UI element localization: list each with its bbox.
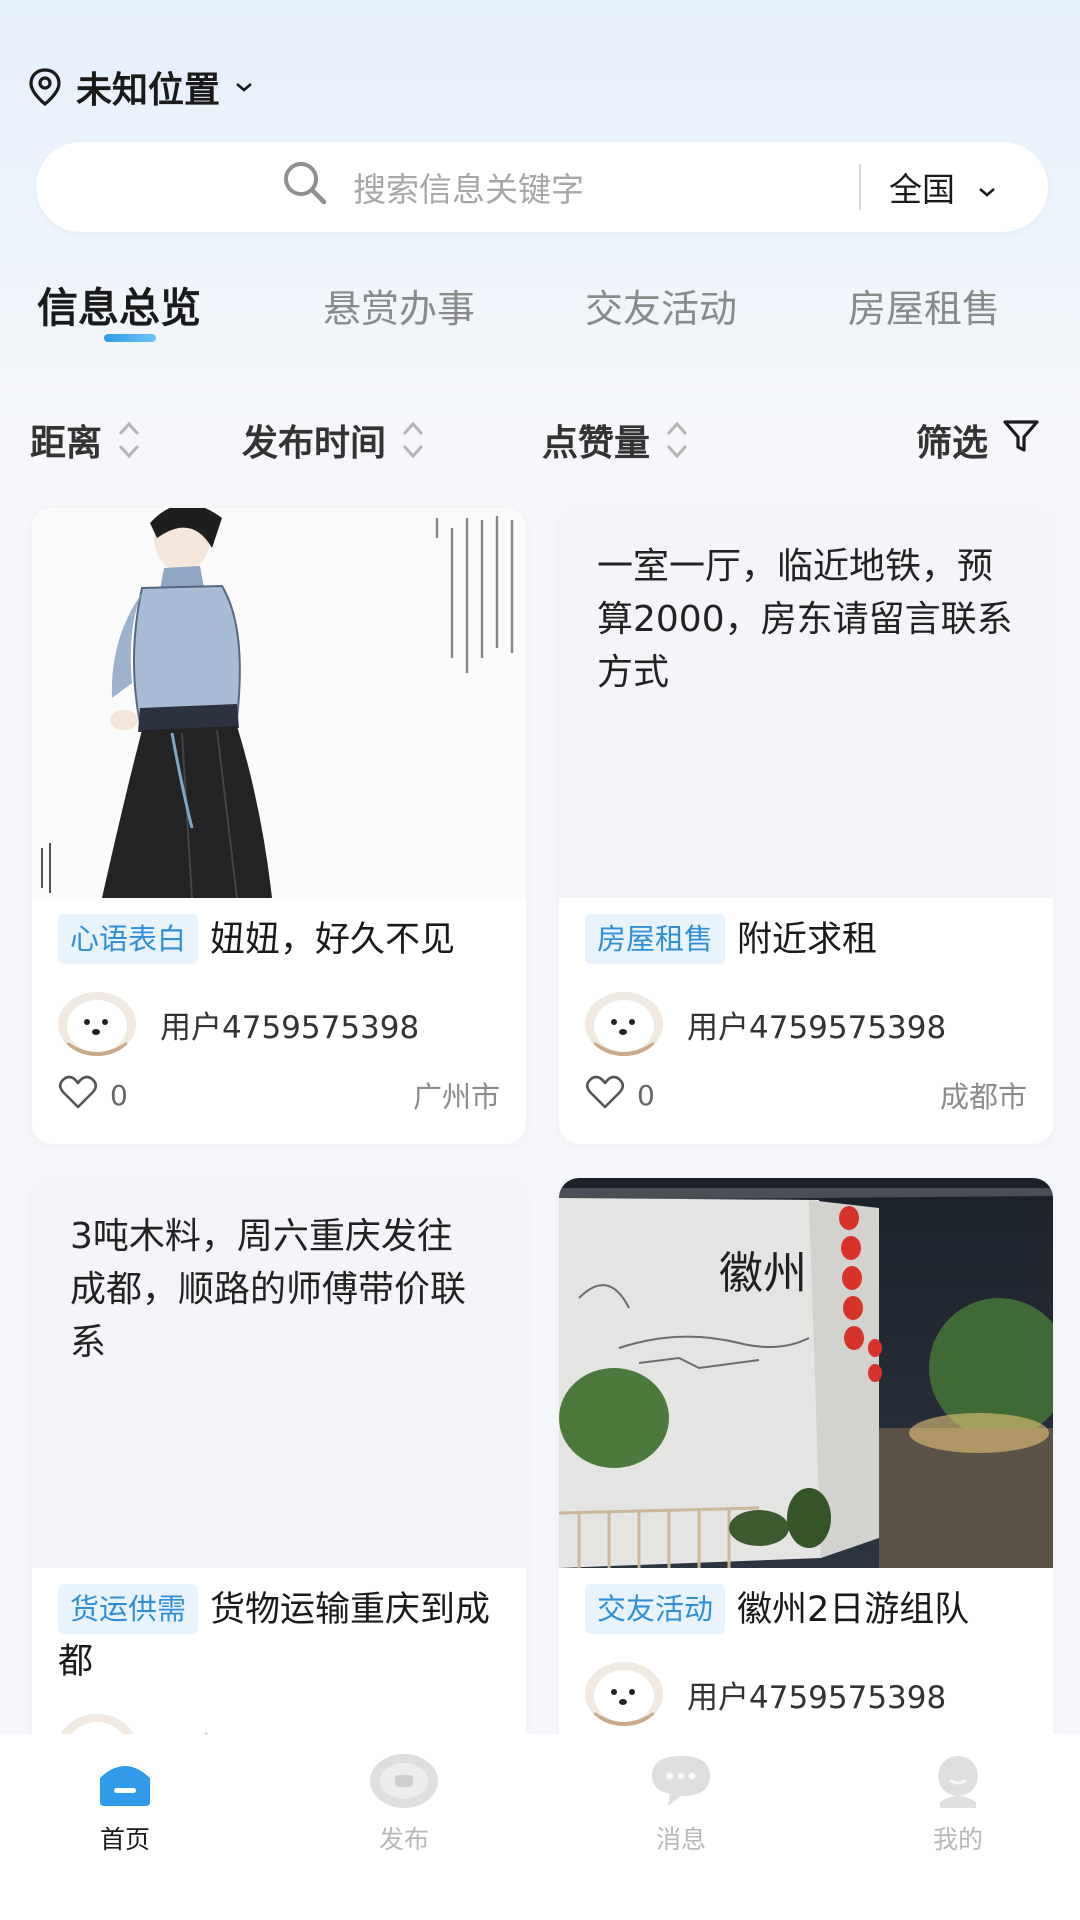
nav-home[interactable]: 首页	[45, 1752, 205, 1856]
author-name: 用户4759575398	[687, 1679, 947, 1716]
location-label: 未知位置	[76, 70, 221, 111]
post-city: 成都市	[939, 1080, 1027, 1114]
post-card[interactable]: 徽州 交友活动 徽州2日游组队 用户4759575398	[559, 1178, 1053, 1818]
avatar	[58, 992, 136, 1056]
sort-arrows-icon	[400, 418, 426, 462]
location-selector[interactable]: 未知位置	[28, 62, 254, 112]
post-meta: 0 成都市	[585, 1066, 1027, 1124]
nav-messages[interactable]: 消息	[601, 1752, 761, 1856]
category-tag: 货运供需	[58, 1584, 199, 1634]
like-button[interactable]: 0	[585, 1074, 655, 1117]
filter-button[interactable]: 筛选	[916, 410, 1040, 470]
post-card-body: 房屋租售 附近求租 用户4759575398 0 成都市	[559, 898, 1053, 1124]
post-title-row: 心语表白 妞妞，好久不见	[58, 914, 500, 966]
like-count: 0	[110, 1078, 128, 1112]
post-card-body: 心语表白 妞妞，好久不见 用户4759575398 0 广州市	[32, 898, 526, 1124]
chevron-down-icon	[234, 80, 254, 94]
post-meta: 0 广州市	[58, 1066, 500, 1124]
category-tag: 房屋租售	[585, 914, 726, 964]
post-author[interactable]: 用户4759575398	[585, 992, 1027, 1056]
bottom-navigation: 首页 发布 消息 我的	[0, 1734, 1080, 1920]
location-pin-icon	[28, 68, 62, 106]
sort-publish-time-label: 发布时间	[242, 423, 387, 464]
region-label: 全国	[889, 170, 955, 209]
heart-icon	[58, 1074, 98, 1117]
home-icon	[94, 1752, 156, 1816]
post-title: 附近求租	[737, 920, 878, 960]
search-bar[interactable]: 搜索信息关键字 全国	[36, 142, 1048, 232]
author-name: 用户4759575398	[687, 1009, 947, 1046]
post-image	[32, 508, 526, 899]
nav-publish-label: 发布	[378, 1825, 429, 1854]
region-selector[interactable]: 全国	[889, 142, 997, 232]
sort-distance-label: 距离	[30, 423, 103, 464]
photo-sign-text: 徽州	[719, 1248, 807, 1299]
search-input[interactable]: 搜索信息关键字	[353, 163, 584, 211]
post-card-body: 交友活动 徽州2日游组队 用户4759575398	[559, 1568, 1053, 1726]
post-card[interactable]: 一室一厅，临近地铁，预算2000，房东请留言联系方式 房屋租售 附近求租 用户47…	[559, 508, 1053, 1144]
avatar	[585, 992, 663, 1056]
filter-icon	[1002, 418, 1040, 463]
category-tag: 交友活动	[585, 1584, 726, 1634]
search-divider	[859, 164, 861, 210]
nav-messages-label: 消息	[655, 1825, 706, 1854]
post-title: 妞妞，好久不见	[210, 920, 456, 960]
sort-arrows-icon	[664, 418, 690, 462]
post-title-row: 货运供需 货物运输重庆到成都	[58, 1584, 500, 1688]
sort-arrows-icon	[116, 418, 142, 462]
sort-distance[interactable]: 距离	[30, 410, 142, 470]
tab-social-activities[interactable]: 交友活动	[585, 278, 737, 333]
post-author[interactable]: 用户4759575398	[58, 992, 500, 1056]
tab-overview[interactable]: 信息总览	[37, 274, 201, 334]
sort-likes-label: 点赞量	[542, 423, 651, 464]
category-tag: 心语表白	[58, 914, 199, 964]
active-tab-indicator	[104, 334, 156, 342]
post-image: 徽州	[559, 1178, 1053, 1568]
like-button[interactable]: 0	[58, 1074, 128, 1117]
sort-bar: 距离 发布时间 点赞量 筛选	[0, 410, 1080, 470]
chevron-down-icon	[977, 168, 997, 207]
post-title-row: 房屋租售 附近求租	[585, 914, 1027, 966]
author-name: 用户4759575398	[160, 1009, 420, 1046]
heart-icon	[585, 1074, 625, 1117]
profile-icon	[930, 1752, 986, 1816]
search-icon	[281, 159, 329, 215]
tab-housing[interactable]: 房屋租售	[848, 278, 1000, 333]
post-card[interactable]: 3吨木料，周六重庆发往成都，顺路的师傅带价联系 货运供需货物运输重庆到成都 用户…	[32, 1178, 526, 1818]
nav-home-label: 首页	[99, 1825, 150, 1854]
tab-reward-tasks[interactable]: 悬赏办事	[323, 278, 475, 333]
post-card[interactable]: 心语表白 妞妞，好久不见 用户4759575398 0 广州市	[32, 508, 526, 1144]
filter-label: 筛选	[916, 423, 989, 464]
post-author[interactable]: 用户4759575398	[585, 1662, 1027, 1726]
post-title-row: 交友活动 徽州2日游组队	[585, 1584, 1027, 1636]
category-tabs: 信息总览 悬赏办事 交友活动 房屋租售	[0, 268, 1080, 348]
nav-profile[interactable]: 我的	[878, 1752, 1038, 1856]
sort-publish-time[interactable]: 发布时间	[242, 410, 426, 470]
avatar	[585, 1662, 663, 1726]
post-preview-text: 一室一厅，临近地铁，预算2000，房东请留言联系方式	[559, 508, 1053, 898]
post-title: 徽州2日游组队	[737, 1590, 970, 1630]
nav-profile-label: 我的	[932, 1825, 983, 1854]
publish-icon	[368, 1752, 440, 1816]
sort-likes[interactable]: 点赞量	[542, 410, 690, 470]
post-city: 广州市	[412, 1080, 500, 1114]
like-count: 0	[637, 1078, 655, 1112]
nav-publish[interactable]: 发布	[324, 1752, 484, 1856]
post-preview-text: 3吨木料，周六重庆发往成都，顺路的师傅带价联系	[32, 1178, 526, 1568]
message-icon	[646, 1752, 716, 1816]
